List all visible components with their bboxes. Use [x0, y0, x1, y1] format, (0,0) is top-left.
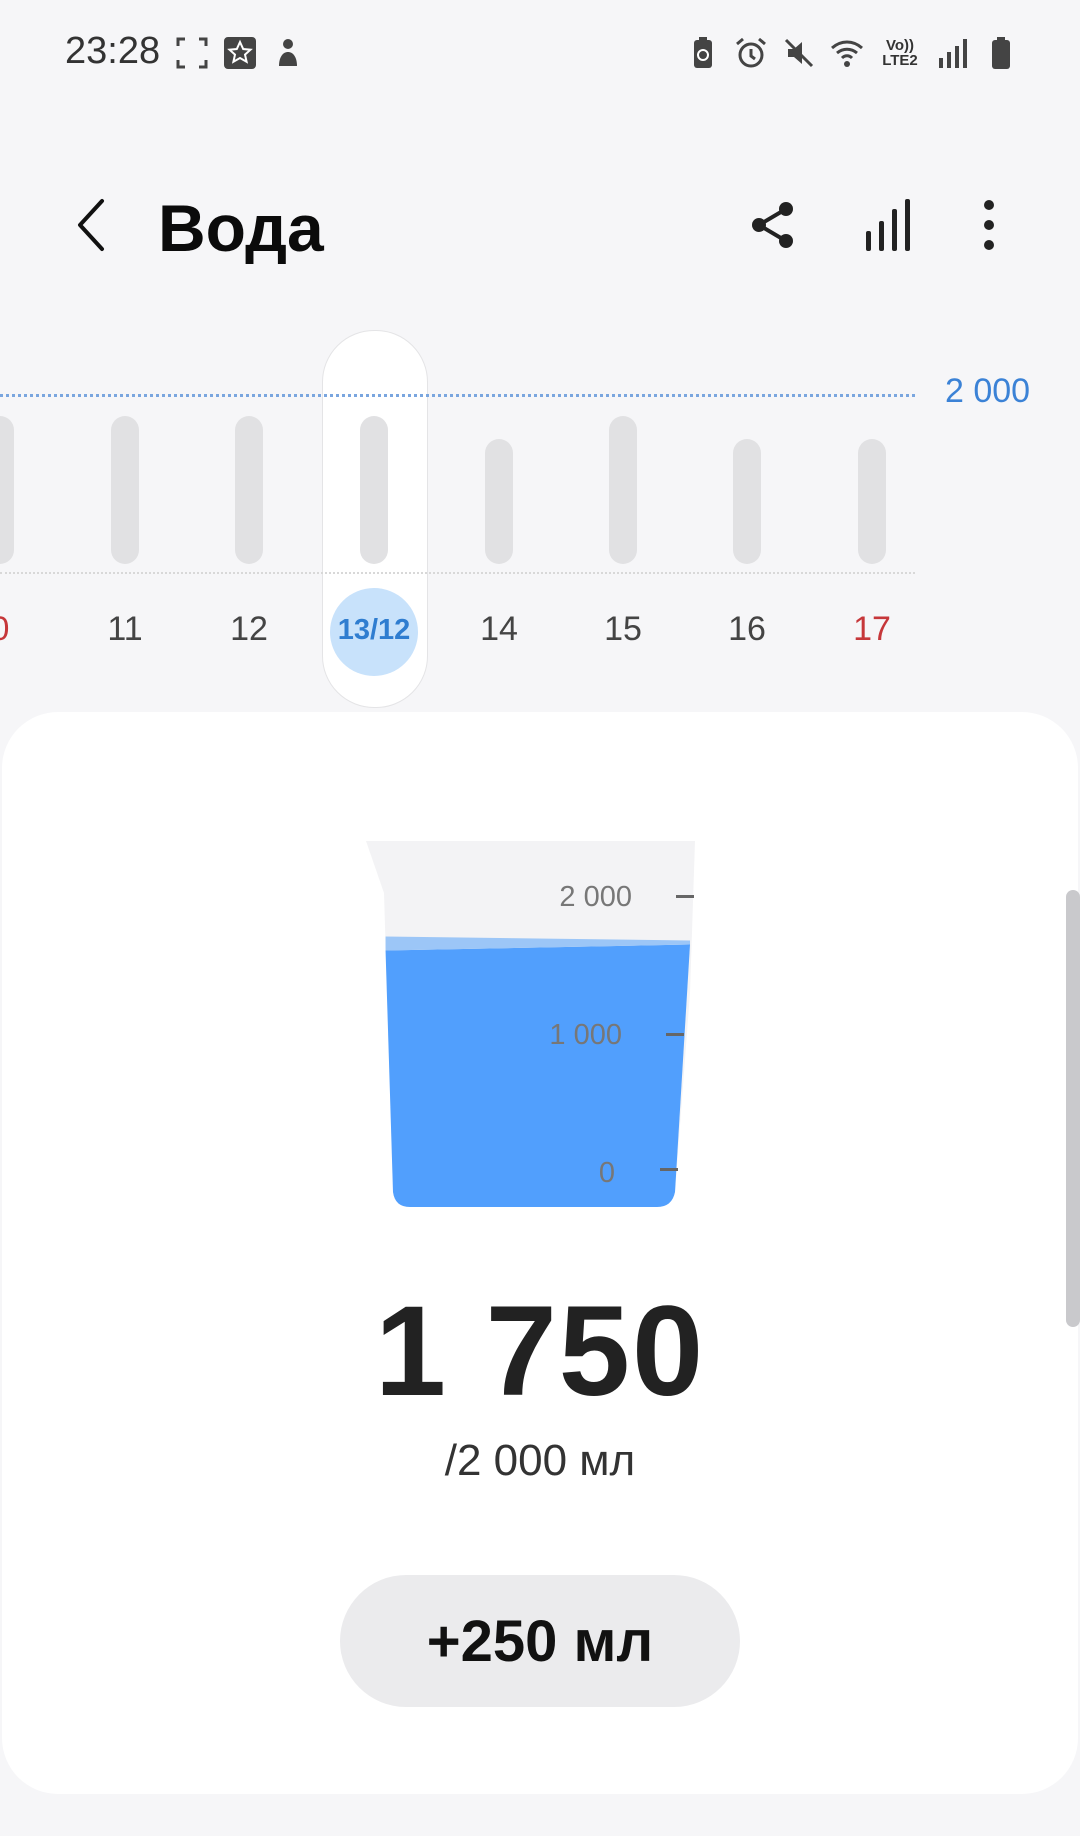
day-column[interactable]: 12: [194, 320, 304, 700]
tick-0: 0: [598, 1157, 615, 1189]
day-column[interactable]: 17: [817, 320, 927, 700]
tick-1000: 1 000: [549, 1019, 622, 1051]
page-title: Вода: [158, 191, 324, 265]
weekly-chart: 2 000 0 11 12 14 15 16 17 13/12: [0, 320, 1080, 708]
person-icon: [271, 36, 305, 70]
day-label: 0: [0, 610, 55, 649]
water-beaker: 2 000 1 000 0: [360, 835, 700, 1215]
day-label: 11: [107, 610, 143, 648]
day-label: 17: [853, 610, 891, 648]
battery-icon: [984, 36, 1018, 70]
mute-icon: [782, 36, 816, 70]
chart-button[interactable]: [853, 190, 923, 260]
scrollbar[interactable]: [1066, 890, 1080, 1327]
day-bar: [485, 438, 513, 564]
day-bar: [360, 416, 388, 564]
selected-day-label: 13/12: [337, 614, 411, 646]
signal-icon: [936, 36, 970, 70]
battery-saver-icon: [686, 36, 720, 70]
day-label: 16: [728, 610, 766, 648]
water-amount: 1 750: [374, 1280, 706, 1423]
tick-2000: 2 000: [559, 881, 632, 913]
share-icon: [752, 202, 793, 248]
more-icon: [984, 200, 994, 250]
chart-icon: [866, 199, 910, 251]
day-column[interactable]: 15: [568, 320, 678, 700]
add-250ml-button[interactable]: +250 мл: [340, 1575, 740, 1707]
day-bar: [609, 416, 637, 564]
day-column[interactable]: 16: [692, 320, 802, 700]
app-header: Вода: [0, 170, 1080, 290]
day-bar: [733, 438, 761, 564]
day-label: 15: [604, 610, 642, 648]
alarm-icon: [734, 36, 768, 70]
back-button[interactable]: [55, 190, 125, 260]
day-bar: [0, 416, 14, 564]
day-column[interactable]: 14: [444, 320, 554, 700]
day-column[interactable]: 11: [70, 320, 180, 700]
day-label: 14: [480, 610, 518, 648]
day-bar: [235, 416, 263, 564]
water-goal: /2 000 мл: [444, 1436, 636, 1485]
status-bar: 23:28 Vo)) LTE2: [0, 0, 1080, 110]
day-bar: [111, 416, 139, 564]
screenshot-icon: [175, 36, 209, 70]
tick-mark-0: [660, 1168, 678, 1171]
status-time: 23:28: [65, 30, 161, 72]
goal-label: 2 000: [945, 372, 1031, 410]
tick-mark-2000: [676, 895, 694, 898]
wifi-icon: [830, 36, 864, 70]
day-column[interactable]: 0: [0, 320, 55, 700]
tick-mark-1000: [666, 1033, 684, 1036]
volte-icon: Vo)) LTE2: [882, 37, 918, 69]
day-bar: [858, 438, 886, 564]
day-label: 12: [230, 610, 268, 648]
back-icon: [78, 199, 104, 251]
share-button[interactable]: [738, 190, 808, 260]
app-star-icon: [223, 36, 257, 70]
more-options-button[interactable]: [954, 190, 1024, 260]
